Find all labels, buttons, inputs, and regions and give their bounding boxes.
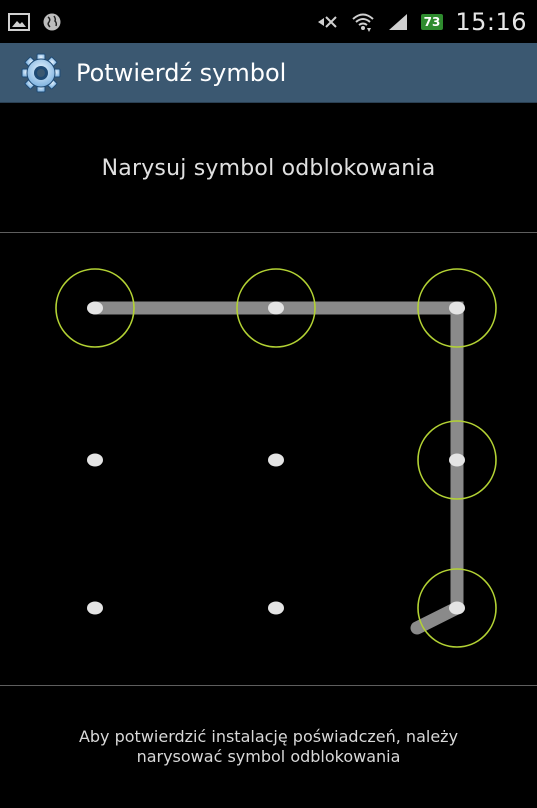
pattern-dot-1[interactable] bbox=[87, 301, 103, 315]
pattern-dot-9[interactable] bbox=[449, 601, 465, 615]
gallery-icon bbox=[8, 12, 30, 31]
pattern-dot-2[interactable] bbox=[268, 301, 284, 315]
pattern-dot-3[interactable] bbox=[449, 301, 465, 315]
settings-gear-icon[interactable] bbox=[20, 52, 62, 94]
pattern-dot-6[interactable] bbox=[449, 453, 465, 467]
signal-icon bbox=[387, 12, 409, 32]
page-title: Potwierdź symbol bbox=[76, 58, 287, 87]
pattern-dot-4[interactable] bbox=[87, 453, 103, 467]
instruction-area: Narysuj symbol odblokowania bbox=[0, 104, 537, 232]
instruction-text: Narysuj symbol odblokowania bbox=[101, 155, 436, 181]
pattern-trail-line bbox=[88, 301, 464, 635]
pattern-lock-area[interactable] bbox=[0, 233, 537, 685]
status-bar: 73 15:16 bbox=[0, 0, 537, 43]
pattern-dot-5[interactable] bbox=[268, 453, 284, 467]
pattern-dot-7[interactable] bbox=[87, 601, 103, 615]
footer-text: Aby potwierdzić instalację poświadczeń, … bbox=[78, 727, 459, 766]
pattern-dot-8[interactable] bbox=[268, 601, 284, 615]
mute-icon bbox=[315, 12, 339, 32]
battery-level-badge: 73 bbox=[420, 13, 444, 30]
action-bar: Potwierdź symbol bbox=[0, 43, 537, 103]
globe-icon bbox=[42, 12, 62, 32]
pattern-grid[interactable] bbox=[0, 233, 537, 685]
status-clock: 15:16 bbox=[455, 7, 527, 36]
wifi-icon bbox=[351, 11, 375, 33]
footer-message: Aby potwierdzić instalację poświadczeń, … bbox=[0, 686, 537, 808]
